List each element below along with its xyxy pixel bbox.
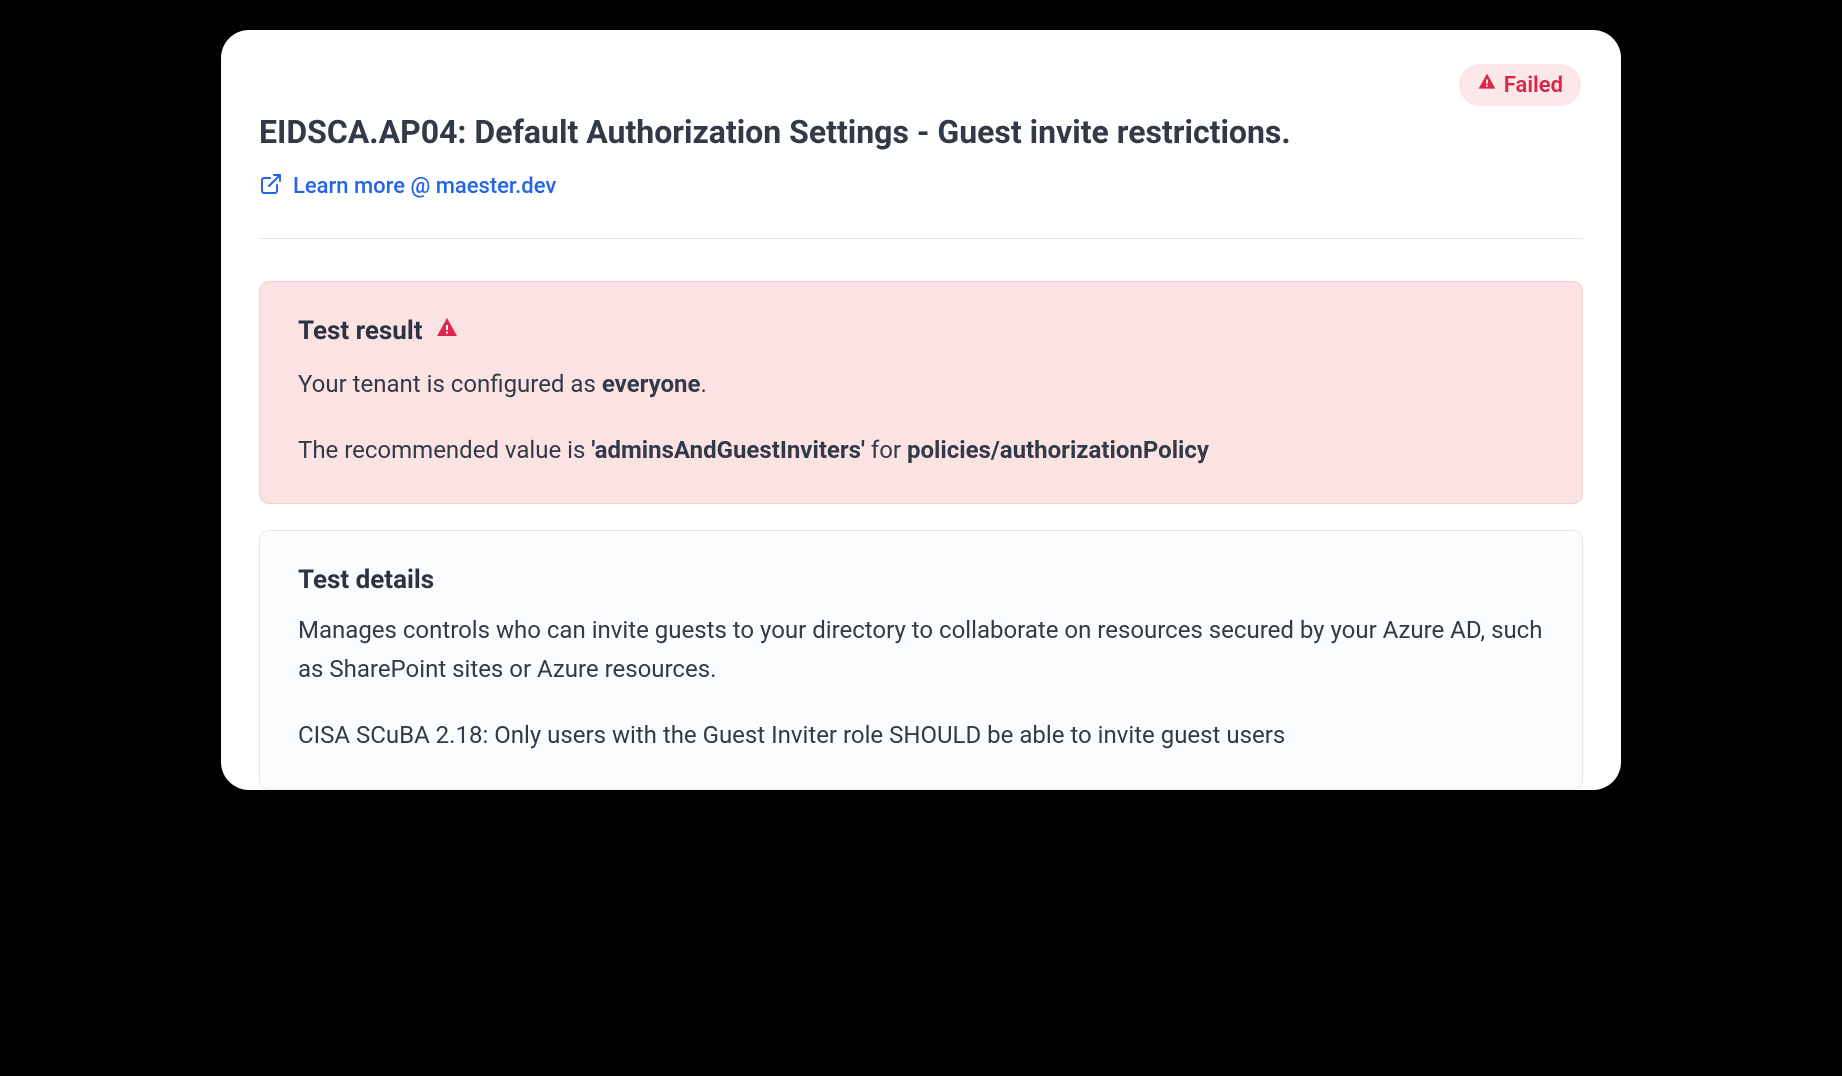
- test-result-body: Your tenant is configured as everyone. T…: [298, 365, 1544, 470]
- warning-icon: [1477, 72, 1497, 98]
- details-paragraph: CISA SCuBA 2.18: Only users with the Gue…: [298, 716, 1544, 754]
- status-label: Failed: [1504, 73, 1563, 98]
- details-paragraph: Manages controls who can invite guests t…: [298, 611, 1544, 688]
- result-line-1: Your tenant is configured as everyone.: [298, 365, 1544, 403]
- config-value: everyone: [602, 370, 701, 398]
- learn-more-link[interactable]: Learn more @ maester.dev: [259, 172, 556, 202]
- test-result-heading: Test result: [298, 316, 1544, 347]
- text: The recommended value is: [298, 436, 591, 464]
- report-card: Failed EIDSCA.AP04: Default Authorizatio…: [221, 30, 1621, 790]
- page-title: EIDSCA.AP04: Default Authorization Setti…: [259, 112, 1583, 154]
- text: for: [865, 436, 907, 464]
- test-details-heading: Test details: [298, 565, 1544, 595]
- warning-icon: [435, 316, 459, 347]
- external-link-icon: [259, 172, 283, 202]
- policy-path: policies/authorizationPolicy: [907, 436, 1209, 464]
- test-result-heading-text: Test result: [298, 316, 423, 346]
- status-badge: Failed: [1459, 64, 1581, 106]
- text: .: [700, 370, 706, 398]
- learn-more-text: Learn more @ maester.dev: [293, 174, 556, 199]
- recommended-value: 'adminsAndGuestInviters': [591, 436, 865, 464]
- text: Your tenant is configured as: [298, 370, 602, 398]
- test-details-box: Test details Manages controls who can in…: [259, 530, 1583, 789]
- result-line-2: The recommended value is 'adminsAndGuest…: [298, 431, 1544, 469]
- test-details-body: Manages controls who can invite guests t…: [298, 611, 1544, 754]
- test-result-box: Test result Your tenant is configured as…: [259, 281, 1583, 505]
- divider: [259, 238, 1583, 239]
